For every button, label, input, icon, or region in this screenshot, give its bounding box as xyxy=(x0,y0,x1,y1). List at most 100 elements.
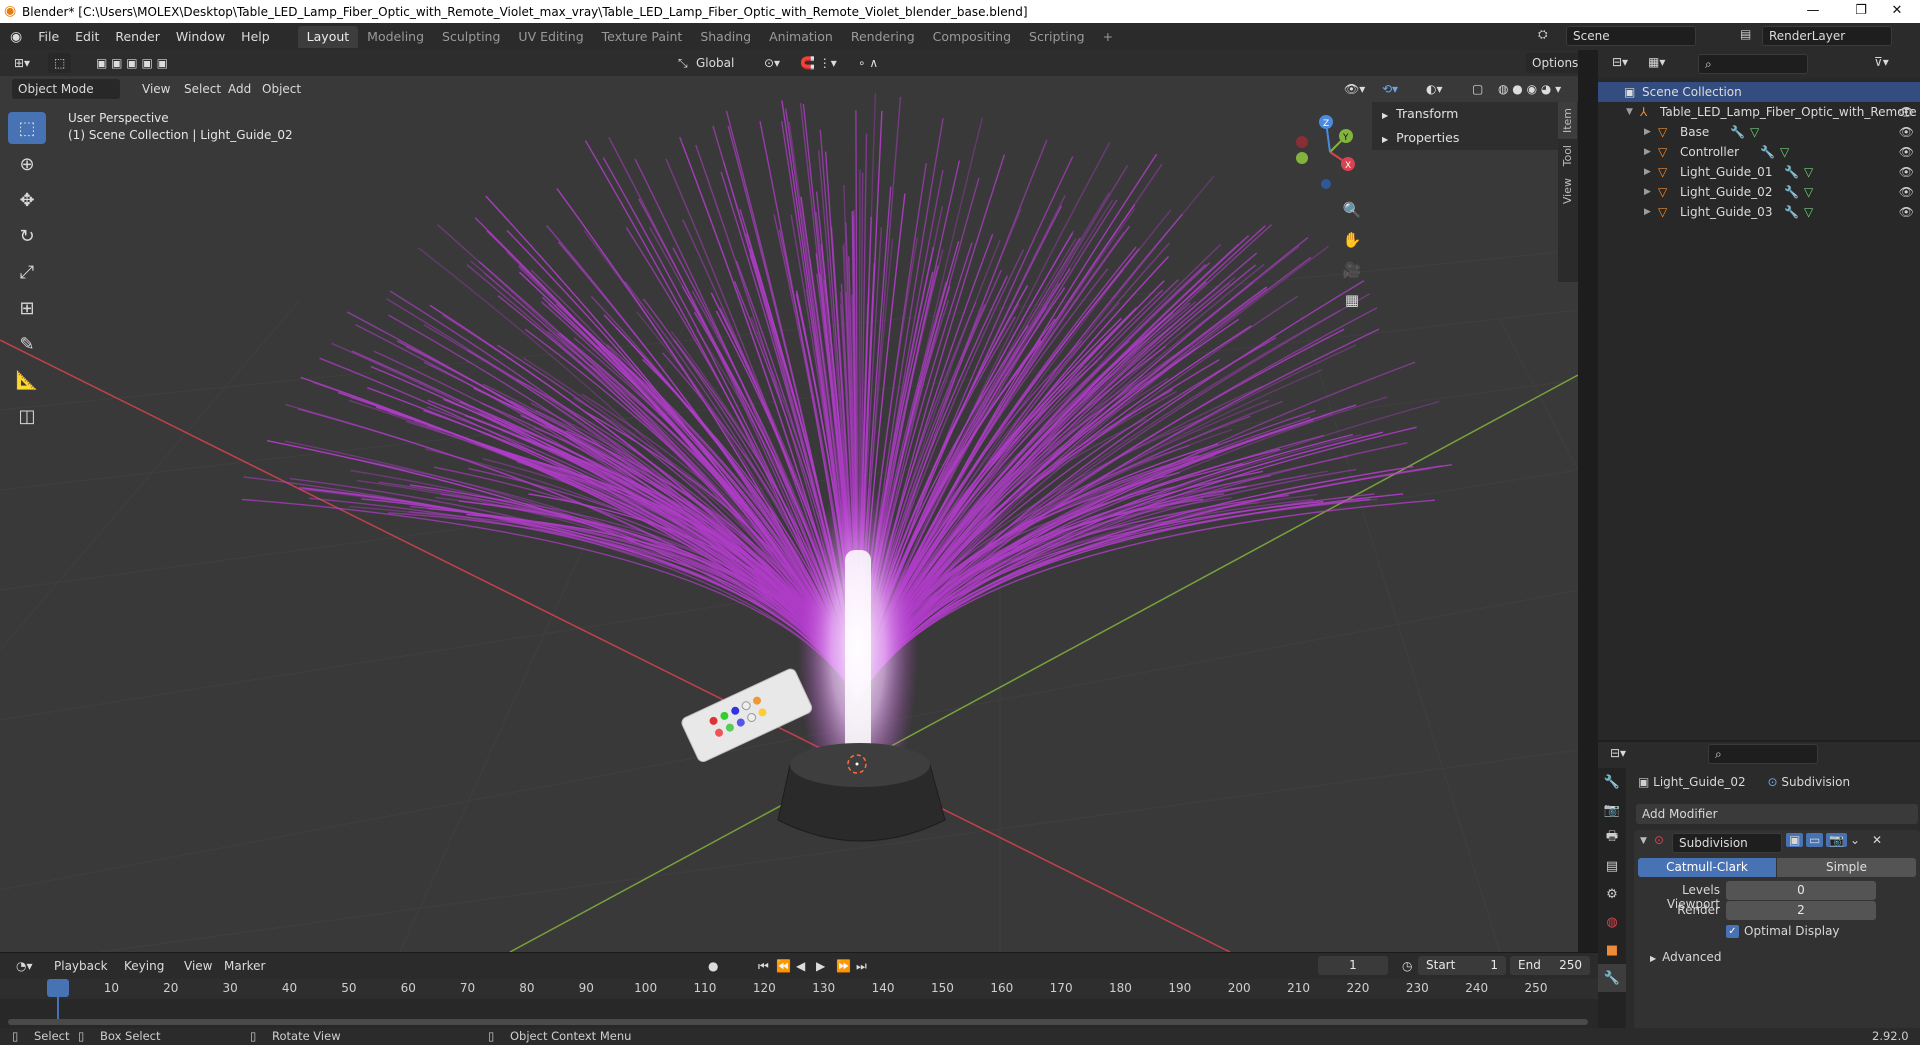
snap-icon[interactable]: 🧲 ⋮▾ xyxy=(794,53,843,73)
catmull-clark-button[interactable]: Catmull-Clark xyxy=(1638,858,1776,877)
menu-view[interactable]: View xyxy=(136,79,176,99)
menu-file[interactable]: File xyxy=(30,29,67,44)
tab-texture-paint[interactable]: Texture Paint xyxy=(593,26,692,48)
timeline-scrollbar[interactable] xyxy=(8,1019,1588,1025)
modifier-wrench-icon[interactable]: 🔧 xyxy=(1784,202,1799,222)
mesh-data-icon[interactable]: ▽ xyxy=(1804,182,1813,202)
xray-icon[interactable]: ▢ xyxy=(1466,79,1489,99)
gizmo-toggle-icon[interactable]: ⟲▾ xyxy=(1376,79,1404,99)
scene-tab-icon[interactable]: ⚙ xyxy=(1598,880,1626,908)
visibility-eye-icon[interactable]: 👁 xyxy=(1899,102,1914,122)
camera-view-icon[interactable]: 🎥 xyxy=(1338,256,1366,284)
optimal-display-checkbox[interactable]: ✓ xyxy=(1726,925,1739,938)
world-tab-icon[interactable]: ◍ xyxy=(1598,908,1626,936)
visibility-eye-icon[interactable]: 👁 xyxy=(1899,202,1914,222)
outliner-item[interactable]: ▶ ▽ Base 🔧 ▽ 👁 xyxy=(1598,122,1920,142)
object-tab-icon[interactable]: ■ xyxy=(1598,936,1626,964)
ortho-toggle-icon[interactable]: ▦ xyxy=(1338,286,1366,314)
menu-object[interactable]: Object xyxy=(256,79,307,99)
properties-search-input[interactable]: ⌕ xyxy=(1708,744,1818,764)
menu-marker[interactable]: Marker xyxy=(218,956,271,976)
editor-type-button[interactable]: ⊞▾ xyxy=(8,53,36,73)
tab-layout[interactable]: Layout xyxy=(297,25,359,48)
minimize-button[interactable]: — xyxy=(1790,0,1836,23)
transform-tool-icon[interactable]: ⊞ xyxy=(8,292,46,324)
visibility-eye-icon[interactable]: 👁 xyxy=(1899,162,1914,182)
navigation-gizmo[interactable]: X Y Z xyxy=(1290,112,1370,192)
cursor-tool-icon[interactable]: ⊕ xyxy=(8,148,46,180)
properties-editor-type-icon[interactable]: ⊟▾ xyxy=(1610,746,1626,760)
record-icon[interactable]: ● xyxy=(702,956,724,976)
render-tab-icon[interactable]: 📷 xyxy=(1598,796,1626,824)
editmode-toggle-icon[interactable]: ▣ xyxy=(1786,833,1804,847)
tab-compositing[interactable]: Compositing xyxy=(924,26,1020,48)
expand-arrow-icon[interactable]: ▶ xyxy=(1644,202,1651,222)
end-frame-field[interactable]: End 250 xyxy=(1510,956,1590,975)
current-frame-field[interactable]: 1 xyxy=(1318,956,1388,975)
playhead[interactable] xyxy=(47,979,69,997)
timeline-ruler[interactable]: 1102030405060708090100110120130140150160… xyxy=(0,979,1598,1029)
visibility-eye-icon[interactable]: 👁 xyxy=(1899,122,1914,142)
pan-hand-icon[interactable]: ✋ xyxy=(1338,226,1366,254)
view-layer-tab-icon[interactable]: ▤ xyxy=(1598,852,1626,880)
filter-icon[interactable]: ⊽▾ xyxy=(1874,55,1889,69)
expand-arrow-icon[interactable]: ▶ xyxy=(1644,162,1651,182)
outliner-item[interactable]: ▶ ▽ Light_Guide_03 🔧 ▽ 👁 xyxy=(1598,202,1920,222)
modifier-wrench-icon[interactable]: 🔧 xyxy=(1730,122,1745,142)
collapse-arrow-icon[interactable]: ▼ xyxy=(1626,102,1633,122)
modifier-wrench-icon[interactable]: 🔧 xyxy=(1784,162,1799,182)
visibility-icon[interactable]: 👁▾ xyxy=(1338,79,1371,99)
tab-view[interactable]: View xyxy=(1558,172,1577,210)
renderlayer-selector[interactable]: RenderLayer xyxy=(1762,26,1892,46)
outliner-editor-type-icon[interactable]: ⊟▾ xyxy=(1612,55,1628,69)
visibility-eye-icon[interactable]: 👁 xyxy=(1899,142,1914,162)
render-toggle-icon[interactable]: 📷 xyxy=(1826,833,1847,847)
modifier-menu-icon[interactable]: ⌄ xyxy=(1850,833,1860,847)
start-frame-field[interactable]: Start 1 xyxy=(1418,956,1506,975)
menu-add[interactable]: Add xyxy=(222,79,257,99)
annotate-tool-icon[interactable]: ✎ xyxy=(8,328,46,360)
tab-sculpting[interactable]: Sculpting xyxy=(433,26,509,48)
options-dropdown[interactable]: Options xyxy=(1526,53,1578,73)
menu-help[interactable]: Help xyxy=(233,29,278,44)
menu-render[interactable]: Render xyxy=(107,29,168,44)
shading-modes[interactable]: ◍ ● ◉ ◕ ▾ xyxy=(1492,79,1567,99)
menu-keying[interactable]: Keying xyxy=(118,956,170,976)
mesh-data-icon[interactable]: ▽ xyxy=(1804,162,1813,182)
collapse-arrow-icon[interactable]: ▼ xyxy=(1640,836,1647,846)
menu-playback[interactable]: Playback xyxy=(48,956,114,976)
panel-properties[interactable]: ▶ Properties xyxy=(1372,126,1558,150)
tab-animation[interactable]: Animation xyxy=(760,26,842,48)
modifier-wrench-icon[interactable]: 🔧 xyxy=(1760,142,1775,162)
scene-selector[interactable]: Scene xyxy=(1566,26,1696,46)
tab-modeling[interactable]: Modeling xyxy=(358,26,433,48)
viewport-3d[interactable]: ⊞▾ ⬚ ▣ ▣ ▣ ▣ ▣ ⤡ Global ⊙▾ 🧲 ⋮▾ ∘ ∧ Opti… xyxy=(0,50,1578,952)
measure-tool-icon[interactable]: 📐 xyxy=(8,364,46,396)
menu-select[interactable]: Select xyxy=(178,79,227,99)
expand-arrow-icon[interactable]: ▶ xyxy=(1644,122,1651,142)
visibility-eye-icon[interactable]: 👁 xyxy=(1899,182,1914,202)
tab-shading[interactable]: Shading xyxy=(691,26,760,48)
mesh-data-icon[interactable]: ▽ xyxy=(1780,142,1789,162)
close-button[interactable]: ✕ xyxy=(1874,0,1920,23)
modifier-name-field[interactable]: Subdivision xyxy=(1672,833,1782,853)
jump-end-icon[interactable]: ⏭ xyxy=(850,956,873,976)
transform-orientation-dropdown[interactable]: Global xyxy=(690,53,740,73)
viewport-toggle-icon[interactable]: ▭ xyxy=(1806,833,1824,847)
rotate-tool-icon[interactable]: ↻ xyxy=(8,220,46,252)
output-tab-icon[interactable]: 🖶 xyxy=(1598,824,1626,852)
select-box-tool-icon[interactable]: ⬚ xyxy=(8,112,46,144)
outliner-item[interactable]: ▶ ▽ Light_Guide_02 🔧 ▽ 👁 xyxy=(1598,182,1920,202)
add-cube-tool-icon[interactable]: ◫ xyxy=(8,400,46,432)
expand-arrow-icon[interactable]: ▶ xyxy=(1644,142,1651,162)
tab-rendering[interactable]: Rendering xyxy=(842,26,924,48)
tab-item[interactable]: Item xyxy=(1558,102,1577,140)
play-reverse-icon[interactable]: ◀ xyxy=(790,956,811,976)
outliner-object-root[interactable]: ▼ ⅄ Table_LED_Lamp_Fiber_Optic_with_Remo… xyxy=(1598,102,1920,122)
outliner-search-input[interactable]: ⌕ xyxy=(1698,54,1808,74)
select-mode-icon[interactable]: ⬚ xyxy=(48,53,72,73)
play-icon[interactable]: ▶ xyxy=(810,956,831,976)
blender-menu-icon[interactable]: ◉ xyxy=(10,29,22,45)
mesh-data-icon[interactable]: ▽ xyxy=(1750,122,1759,142)
menu-edit[interactable]: Edit xyxy=(67,29,107,44)
